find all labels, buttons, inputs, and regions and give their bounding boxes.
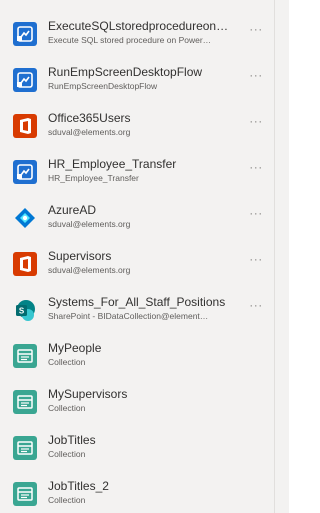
data-source-title: MyPeople [48,341,102,355]
data-source-subtitle: SharePoint - BIDataCollection@element… [48,311,209,321]
data-source-item[interactable]: AzureAD sduval@elements.org ··· [0,198,274,238]
data-source-title: JobTitles_2 [48,479,109,493]
more-options-icon[interactable]: ··· [247,66,265,84]
data-source-title: Office365Users [48,111,131,125]
data-source-item[interactable]: Office365Users sduval@elements.org ··· [0,106,274,146]
azure-ad-icon [13,206,37,230]
flow-icon [13,68,37,92]
data-source-subtitle: HR_Employee_Transfer [48,173,139,183]
data-source-subtitle: sduval@elements.org [48,265,131,275]
office-icon [13,252,37,276]
data-source-subtitle: RunEmpScreenDesktopFlow [48,81,158,91]
data-source-item[interactable]: MySupervisors Collection [0,382,274,422]
more-options-icon[interactable]: ··· [247,158,265,176]
data-source-title: Systems_For_All_Staff_Positions [48,295,226,309]
svg-text:S: S [19,307,25,316]
data-source-item[interactable]: S Systems_For_All_Staff_Positions ShareP… [0,290,274,330]
data-source-subtitle: Collection [48,449,86,459]
data-source-subtitle: sduval@elements.org [48,219,131,229]
data-source-title: RunEmpScreenDesktopFlow [48,65,203,79]
data-source-item[interactable]: RunEmpScreenDesktopFlow RunEmpScreenDesk… [0,60,274,100]
collection-icon [13,482,37,506]
data-source-title: MySupervisors [48,387,128,401]
data-source-subtitle: Collection [48,357,86,367]
flow-icon [13,160,37,184]
data-source-subtitle: Collection [48,495,86,505]
data-source-subtitle: Execute SQL stored procedure on Power… [48,35,212,45]
sharepoint-icon: S [13,298,37,322]
data-source-subtitle: Collection [48,403,86,413]
flow-icon [13,22,37,46]
data-source-item[interactable]: ExecuteSQLstoredprocedureon… Execute SQL… [0,14,274,54]
scrollbar[interactable] [274,0,289,513]
data-source-title: JobTitles [48,433,96,447]
more-options-icon[interactable]: ··· [247,250,265,268]
data-source-title: ExecuteSQLstoredprocedureon… [48,19,229,33]
data-source-item[interactable]: HR_Employee_Transfer HR_Employee_Transfe… [0,152,274,192]
data-source-title: Supervisors [48,249,112,263]
data-source-title: AzureAD [48,203,97,217]
collection-icon [13,344,37,368]
more-options-icon[interactable]: ··· [247,20,265,38]
data-source-item[interactable]: Supervisors sduval@elements.org ··· [0,244,274,284]
more-options-icon[interactable]: ··· [247,204,265,222]
data-source-title: HR_Employee_Transfer [48,157,177,171]
collection-icon [13,390,37,414]
collection-icon [13,436,37,460]
data-sources-panel: ExecuteSQLstoredprocedureon… Execute SQL… [0,0,274,513]
office-icon [13,114,37,138]
data-source-item[interactable]: MyPeople Collection [0,336,274,376]
more-options-icon[interactable]: ··· [247,112,265,130]
data-source-subtitle: sduval@elements.org [48,127,131,137]
data-source-item[interactable]: JobTitles Collection [0,428,274,468]
data-source-item[interactable]: JobTitles_2 Collection [0,474,274,513]
more-options-icon[interactable]: ··· [247,296,265,314]
